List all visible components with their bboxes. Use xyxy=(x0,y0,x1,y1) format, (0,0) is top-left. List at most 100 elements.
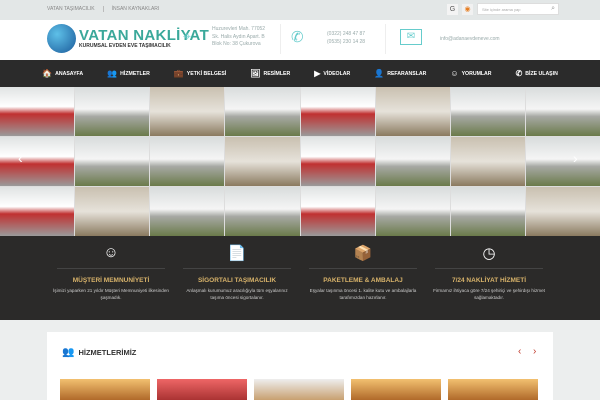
slider-image-tile xyxy=(450,187,525,236)
nav-label: HİZMETLER xyxy=(120,70,150,77)
top-bar: VATAN TAŞIMACILIK İNSAN KAYNAKLARI G ◉ S… xyxy=(0,0,600,20)
slider-image-tile xyxy=(300,187,375,236)
service-thumbnail[interactable] xyxy=(60,379,150,400)
slider-image-tile xyxy=(150,137,225,186)
address-line: Huzurevleri Mah. 77052 xyxy=(212,26,266,32)
phone-icon: ✆ xyxy=(515,69,523,78)
play-icon: ▶ xyxy=(314,69,321,78)
service-thumbnail[interactable] xyxy=(351,379,441,400)
clock-icon: ◷ xyxy=(482,245,496,262)
document-icon: 📄 xyxy=(227,245,247,262)
top-link-vatan[interactable]: VATAN TAŞIMACILIK xyxy=(47,6,95,12)
slider-image-tile xyxy=(0,187,75,236)
feature-title: PAKETLEME & AMBALAJ xyxy=(323,277,403,284)
logo-subtitle: KURUMSAL EVDEN EVE TAŞIMACILIK xyxy=(79,43,171,49)
phone-number[interactable]: (0535) 230 14 28 xyxy=(327,39,365,47)
slider-image-tile xyxy=(75,187,150,236)
nav-label: ANASAYFA xyxy=(55,70,84,77)
slider-image-tile xyxy=(375,87,450,136)
box-icon: 📦 xyxy=(353,245,373,262)
slider-image-tile xyxy=(225,137,300,186)
slider-image-tile xyxy=(300,87,375,136)
smile-icon: ☺ xyxy=(450,69,459,78)
nav-videolar[interactable]: ▶ VİDEOLAR xyxy=(314,69,350,78)
top-link-hr[interactable]: İNSAN KAYNAKLARI xyxy=(112,6,160,12)
slider-image-tile xyxy=(150,87,225,136)
features-section: ☺ MÜŞTERİ MEMNUNİYETİ İşimizi yaparken 21 … xyxy=(0,236,600,320)
slider-next-arrow-icon[interactable]: › xyxy=(573,150,578,166)
search-icon[interactable]: ⌕ xyxy=(551,5,555,13)
services-prev-icon[interactable]: ‹ xyxy=(518,346,521,357)
slider-image-tile xyxy=(300,137,375,186)
slider-image-tile xyxy=(75,87,150,136)
divider xyxy=(280,24,281,54)
address-line: Blok No: 38 Çukurova xyxy=(212,41,261,47)
nav-yorumlar[interactable]: ☺ YORUMLAR xyxy=(450,69,491,78)
slider-image-tile xyxy=(75,137,150,186)
nav-referanslar[interactable]: 👤 REFARANSLAR xyxy=(374,69,426,78)
services-panel: 👥 HİZMETLERİMİZ ‹ › xyxy=(47,332,553,400)
mail-icon: ✉ xyxy=(400,29,422,45)
nav-label: REFARANSLAR xyxy=(387,70,427,77)
service-thumbnail[interactable] xyxy=(448,379,538,400)
rss-icon[interactable]: ◉ xyxy=(462,3,473,15)
briefcase-icon: 💼 xyxy=(173,69,184,78)
feature-card: ☺ MÜŞTERİ MEMNUNİYETİ İşimizi yaparken 21 … xyxy=(53,236,169,320)
search-input[interactable]: Site içinde arama yap ⌕ xyxy=(477,3,559,15)
slider-image-tile xyxy=(525,137,600,186)
address-line: Sk. Halis Aydın Apart. B xyxy=(212,33,265,40)
email-link[interactable]: info@adanaevdeneve.com xyxy=(440,36,500,44)
slider-image-tile xyxy=(450,137,525,186)
feature-card: 📄 SİGORTALI TAŞIMACILIK Anlaşmalı kurumumu… xyxy=(179,236,295,320)
slider-image-tile xyxy=(525,187,600,236)
nav-hizmetler[interactable]: 👥 HİZMETLER xyxy=(107,69,150,78)
phone-number[interactable]: (0322) 248 47 87 xyxy=(327,31,365,39)
services-title: 👥 HİZMETLERİMİZ xyxy=(62,347,136,358)
divider xyxy=(435,268,543,269)
service-thumbnail[interactable] xyxy=(157,379,247,400)
feature-title: SİGORTALI TAŞIMACILIK xyxy=(197,277,277,284)
users-icon: 👥 xyxy=(62,347,75,358)
service-thumbnail[interactable] xyxy=(254,379,344,400)
slider-image-tile xyxy=(225,187,300,236)
slider-image-tile xyxy=(375,137,450,186)
search-placeholder: Site içinde arama yap xyxy=(482,7,521,12)
divider xyxy=(102,6,104,12)
home-icon: 🏠 xyxy=(42,69,53,78)
services-carousel xyxy=(60,379,538,400)
nav-label: BİZE ULAŞIN xyxy=(525,70,558,77)
nav-anasayfa[interactable]: 🏠 ANASAYFA xyxy=(42,69,83,78)
divider xyxy=(385,24,386,54)
slider-prev-arrow-icon[interactable]: ‹ xyxy=(18,150,23,166)
users-icon: 👥 xyxy=(107,69,118,78)
slider-image-tile xyxy=(225,87,300,136)
slider-image-tile xyxy=(0,137,75,186)
main-nav: 🏠 ANASAYFA 👥 HİZMETLER 💼 YETKİ BELGESİ 🖼 RES… xyxy=(0,60,600,87)
location-pin-icon: ⌖ xyxy=(183,28,191,44)
divider xyxy=(57,268,165,269)
phones: (0322) 248 47 87 (0535) 230 14 28 xyxy=(327,31,365,46)
nav-label: YORUMLAR xyxy=(461,70,492,77)
services-next-icon[interactable]: › xyxy=(533,346,536,357)
logo-globe-icon[interactable] xyxy=(47,24,76,53)
slider-image-tile xyxy=(375,187,450,236)
feature-text: Anlaşmalı kurumumuz aracılığıyla tüm eşy… xyxy=(186,288,288,300)
feature-title: MÜŞTERİ MEMNUNİYETİ xyxy=(72,277,150,284)
image-slider[interactable] xyxy=(0,87,600,236)
nav-label: RESİMLER xyxy=(263,70,291,77)
nav-label: YETKİ BELGESİ xyxy=(186,70,227,77)
nav-label: VİDEOLAR xyxy=(323,70,351,77)
nav-resimler[interactable]: 🖼 RESİMLER xyxy=(250,69,290,78)
user-icon: 👤 xyxy=(374,69,385,78)
google-plus-icon[interactable]: G xyxy=(447,3,458,15)
nav-yetki-belgesi[interactable]: 💼 YETKİ BELGESİ xyxy=(174,69,226,78)
feature-text: Eşyalar taşınma öncesi 1. kalite kutu ve… xyxy=(309,288,417,300)
services-heading: HİZMETLERİMİZ xyxy=(78,348,137,357)
slider-image-tile xyxy=(0,87,75,136)
slider-image-tile xyxy=(525,87,600,136)
phone-icon: ✆ xyxy=(291,29,304,46)
address: Huzurevleri Mah. 77052 Sk. Halis Aydın A… xyxy=(212,26,265,49)
feature-text: Firmamız ihtiyaca göre 7/24 şehiriçi ve … xyxy=(433,288,545,300)
nav-bize-ulasin[interactable]: ✆ BİZE ULAŞIN xyxy=(516,69,558,78)
image-icon: 🖼 xyxy=(250,69,261,78)
